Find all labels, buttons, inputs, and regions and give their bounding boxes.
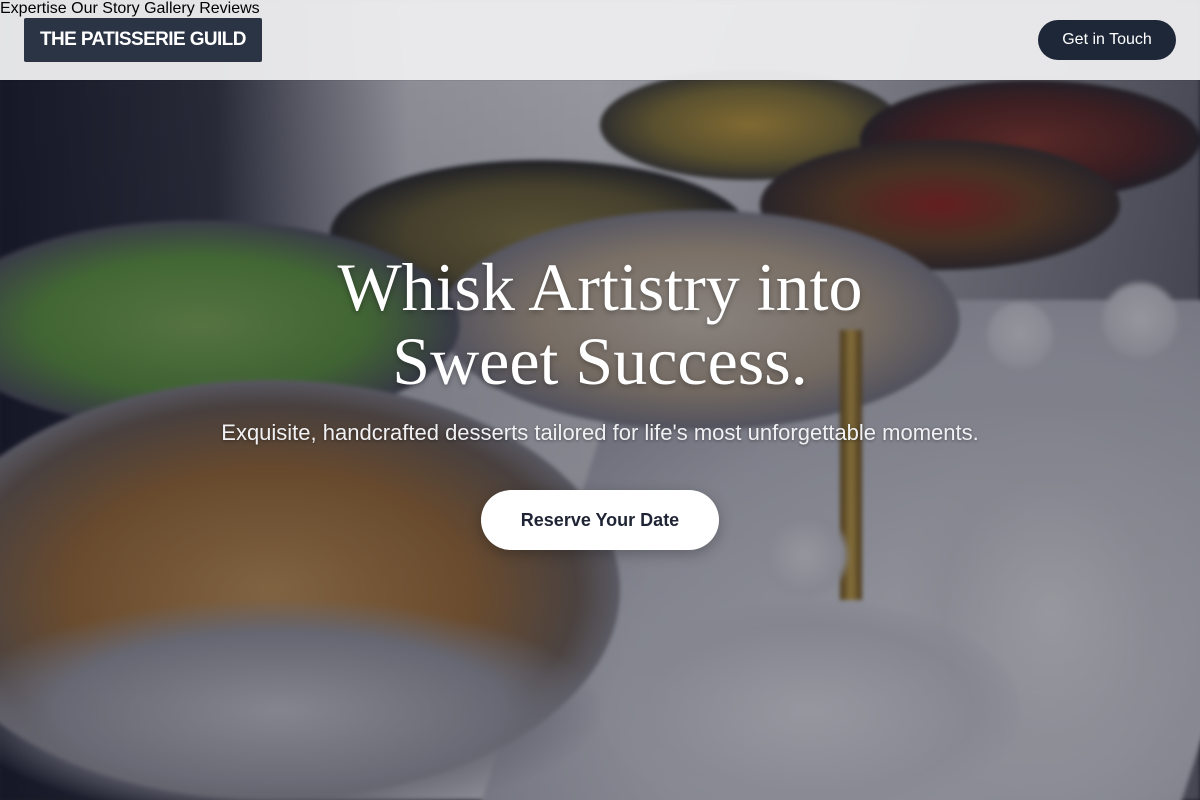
nav-link-our-story[interactable]: Our Story xyxy=(71,0,139,17)
hero-dark-overlay xyxy=(0,0,1200,800)
brand-logo[interactable]: THE PATISSERIE GUILD xyxy=(24,18,262,62)
nav-link-gallery[interactable]: Gallery xyxy=(144,0,195,17)
hero-headline: Whisk Artistry into Sweet Success. xyxy=(0,250,1200,398)
hero-headline-line-1: Whisk Artistry into xyxy=(337,249,863,325)
main-nav: Expertise Our Story Gallery Reviews xyxy=(0,0,1200,18)
hero-section xyxy=(0,0,1200,800)
nav-link-reviews[interactable]: Reviews xyxy=(199,0,259,17)
hero-headline-line-2: Sweet Success. xyxy=(392,323,808,399)
get-in-touch-button[interactable]: Get in Touch xyxy=(1038,20,1176,60)
reserve-your-date-button[interactable]: Reserve Your Date xyxy=(481,490,719,550)
hero-subheadline: Exquisite, handcrafted desserts tailored… xyxy=(221,420,979,445)
nav-link-expertise[interactable]: Expertise xyxy=(0,0,67,17)
site-header: THE PATISSERIE GUILD Expertise Our Story… xyxy=(0,0,1200,80)
